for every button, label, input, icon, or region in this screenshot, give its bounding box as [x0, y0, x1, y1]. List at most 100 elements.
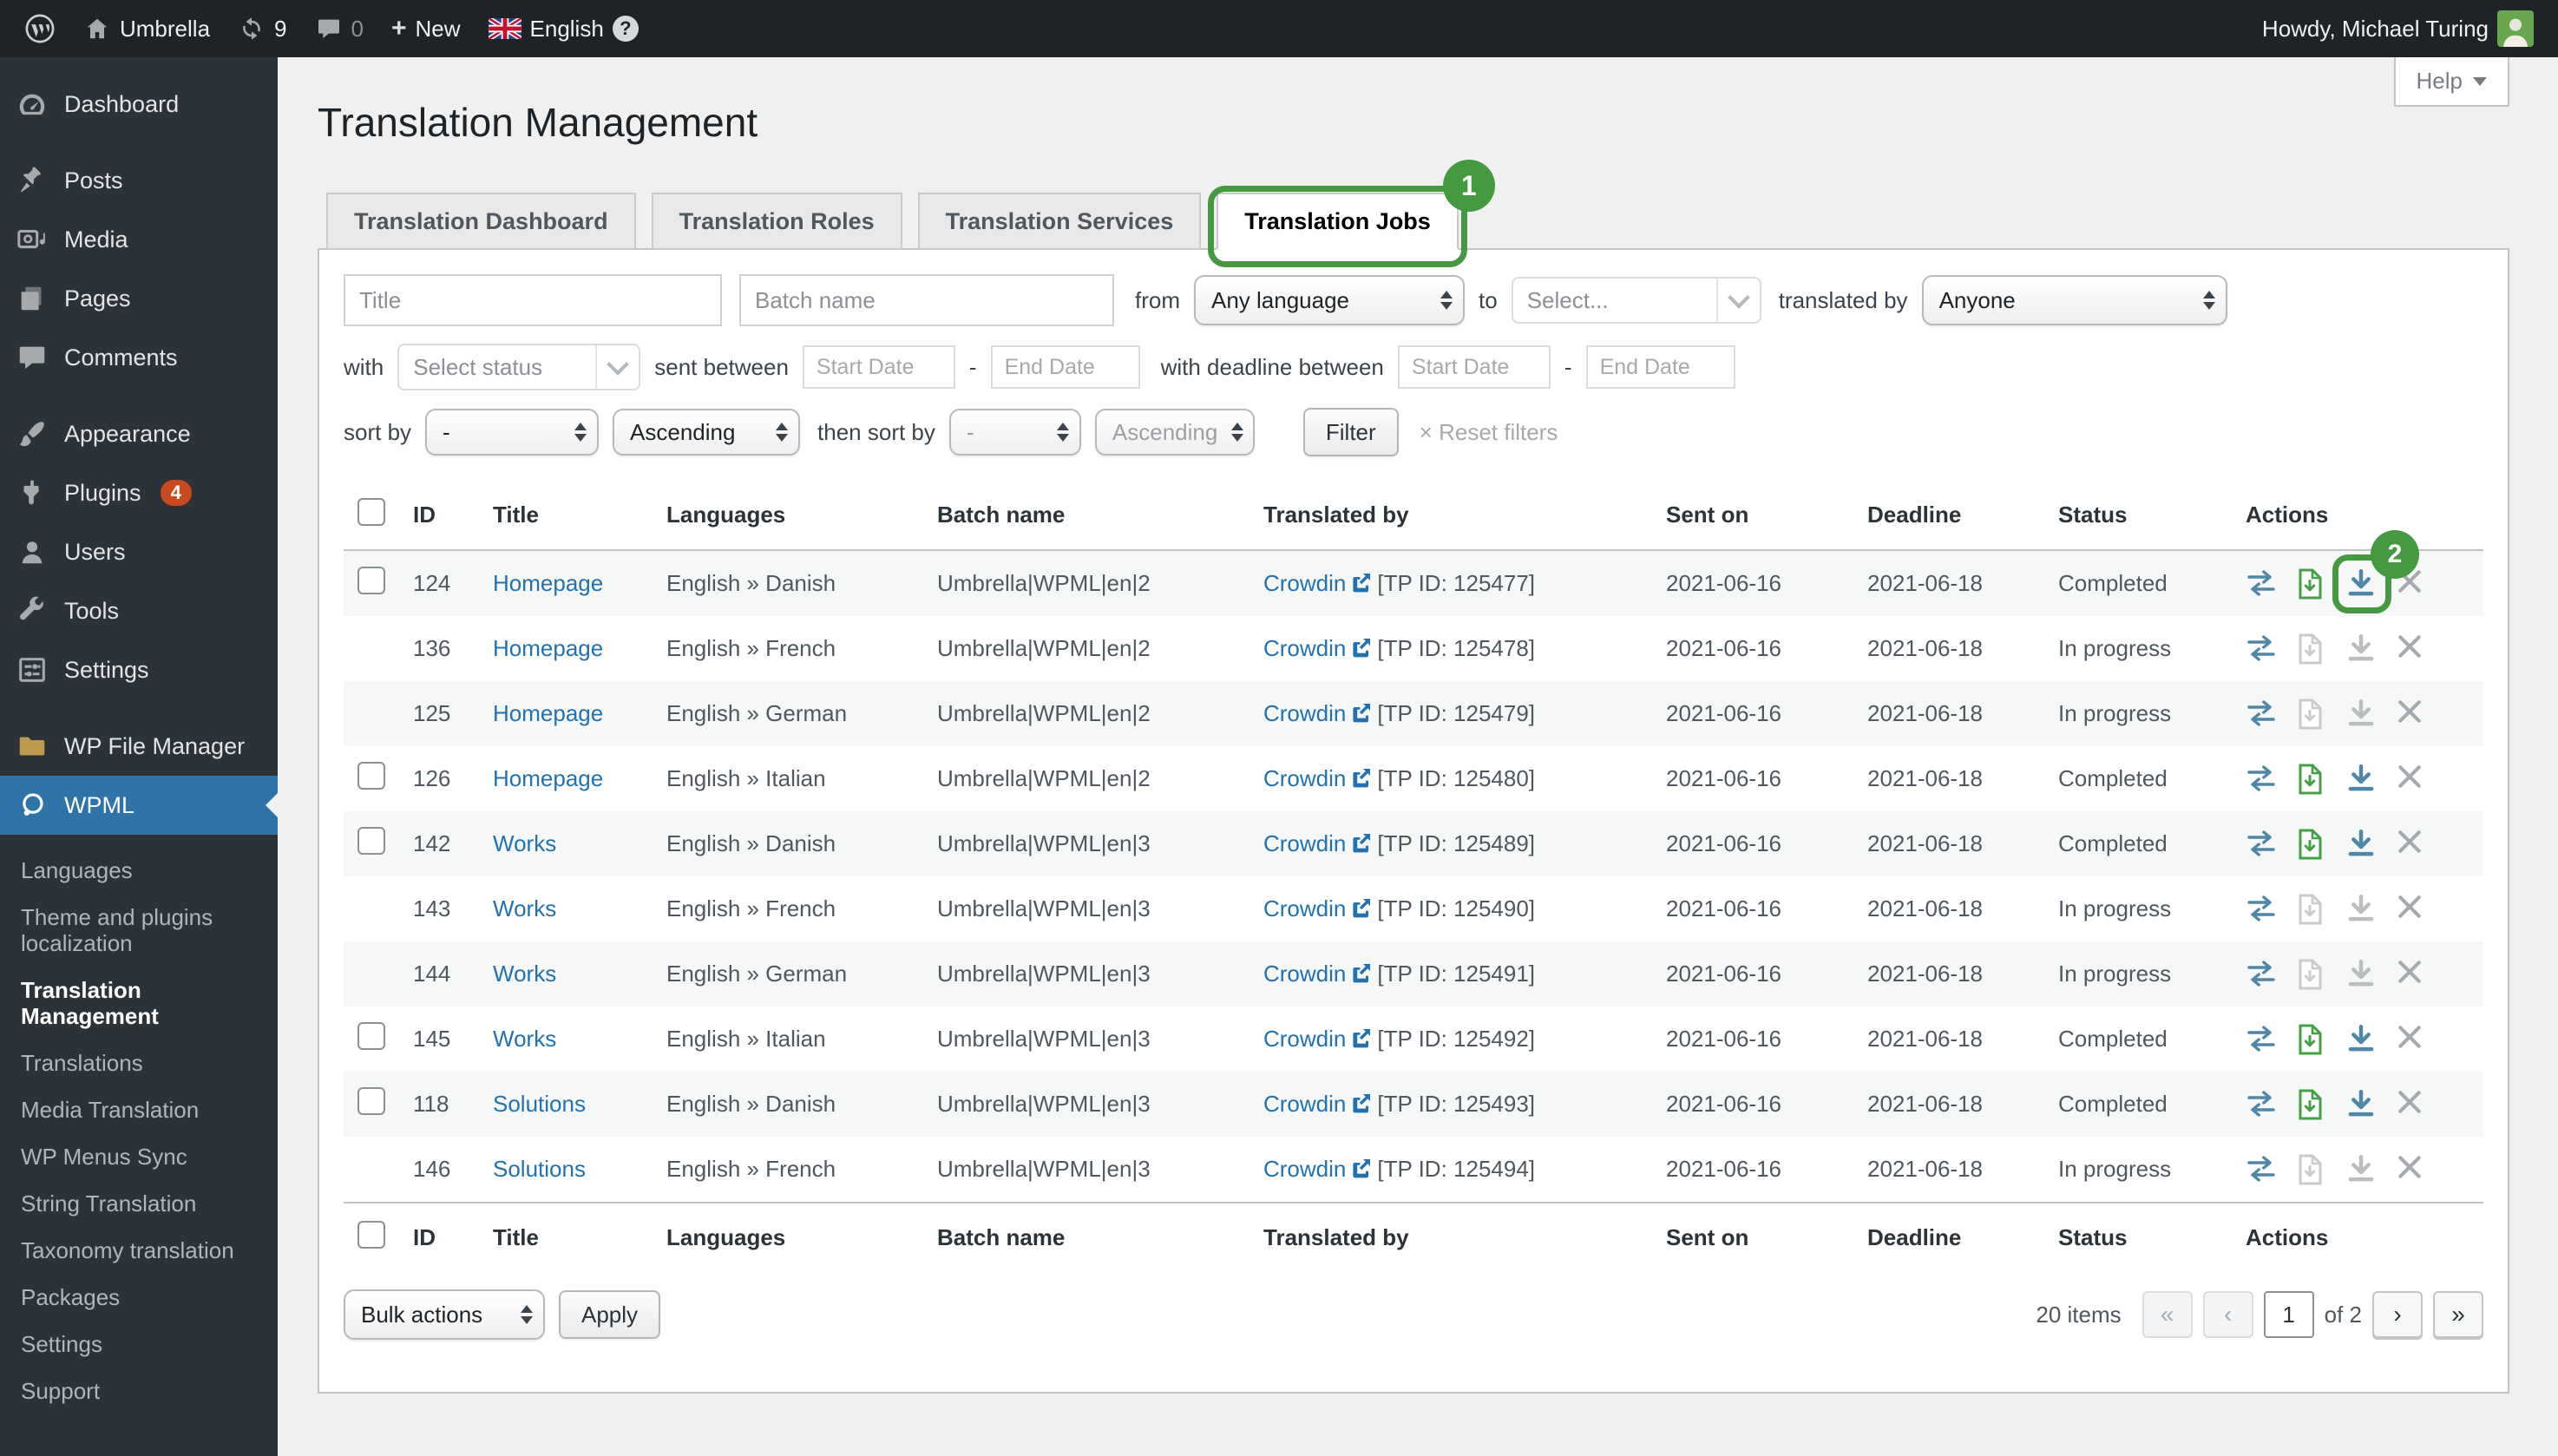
submenu-item-media-translation[interactable]: Media Translation	[0, 1086, 278, 1133]
download-xliff-icon[interactable]	[2296, 698, 2327, 730]
download-translation-icon[interactable]	[2346, 894, 2378, 925]
submenu-item-translations[interactable]: Translations	[0, 1040, 278, 1086]
sync-translation-icon[interactable]	[2246, 1089, 2277, 1120]
sidebar-item-comments[interactable]: Comments	[0, 328, 278, 387]
wordpress-logo-menu[interactable]	[24, 13, 56, 44]
sent-start-date-input[interactable]	[803, 345, 955, 389]
reset-filters-link[interactable]: × Reset filters	[1420, 419, 1558, 446]
sidebar-item-appearance[interactable]: Appearance	[0, 404, 278, 463]
job-title-link[interactable]: Homepage	[493, 765, 603, 791]
download-xliff-icon[interactable]	[2296, 764, 2327, 795]
site-menu[interactable]: Umbrella	[83, 15, 210, 43]
job-title-link[interactable]: Homepage	[493, 570, 603, 596]
sidebar-item-wp-file-manager[interactable]: WP File Manager	[0, 717, 278, 776]
tab-translation-roles[interactable]: Translation Roles	[652, 193, 902, 250]
translator-link[interactable]: Crowdin	[1263, 1091, 1346, 1117]
download-translation-icon[interactable]	[2346, 1024, 2378, 1055]
download-translation-icon[interactable]	[2346, 633, 2378, 665]
select-all-checkbox[interactable]	[357, 1221, 385, 1249]
row-checkbox[interactable]	[357, 827, 385, 855]
cancel-job-icon[interactable]	[2397, 1024, 2428, 1055]
sync-translation-icon[interactable]	[2246, 829, 2277, 860]
submenu-item-theme-localization[interactable]: Theme and plugins localization	[0, 894, 278, 967]
deadline-start-date-input[interactable]	[1398, 345, 1551, 389]
download-xliff-icon[interactable]	[2296, 1089, 2327, 1120]
job-title-link[interactable]: Solutions	[493, 1091, 586, 1117]
sidebar-item-plugins[interactable]: Plugins 4	[0, 463, 278, 522]
job-title-link[interactable]: Solutions	[493, 1156, 586, 1182]
translator-link[interactable]: Crowdin	[1263, 765, 1346, 791]
filter-button[interactable]: Filter	[1303, 408, 1399, 456]
sidebar-item-settings[interactable]: Settings	[0, 640, 278, 699]
job-title-link[interactable]: Works	[493, 1026, 556, 1052]
translator-link[interactable]: Crowdin	[1263, 830, 1346, 856]
title-filter-input[interactable]	[344, 274, 722, 326]
row-checkbox[interactable]	[357, 1087, 385, 1115]
translator-link[interactable]: Crowdin	[1263, 635, 1346, 661]
tab-translation-dashboard[interactable]: Translation Dashboard	[326, 193, 636, 250]
cancel-job-icon[interactable]	[2397, 698, 2428, 730]
sidebar-item-pages[interactable]: Pages	[0, 269, 278, 328]
from-language-select[interactable]: Any language	[1194, 275, 1465, 325]
cancel-job-icon[interactable]	[2397, 959, 2428, 990]
submenu-item-packages[interactable]: Packages	[0, 1274, 278, 1321]
download-translation-icon[interactable]	[2346, 959, 2378, 990]
last-page-button[interactable]: »	[2433, 1291, 2483, 1338]
translator-link[interactable]: Crowdin	[1263, 961, 1346, 987]
sidebar-item-posts[interactable]: Posts	[0, 151, 278, 210]
select-all-checkbox[interactable]	[357, 498, 385, 526]
tab-translation-services[interactable]: Translation Services	[918, 193, 1202, 250]
job-title-link[interactable]: Works	[493, 961, 556, 987]
sidebar-item-media[interactable]: Media	[0, 210, 278, 269]
sync-translation-icon[interactable]	[2246, 1024, 2277, 1055]
submenu-item-taxonomy-translation[interactable]: Taxonomy translation	[0, 1227, 278, 1274]
new-menu[interactable]: + New	[391, 16, 461, 43]
cancel-job-icon[interactable]	[2397, 764, 2428, 795]
translator-link[interactable]: Crowdin	[1263, 1026, 1346, 1052]
download-translation-icon[interactable]	[2346, 1089, 2378, 1120]
sidebar-item-wpml[interactable]: WPML	[0, 776, 278, 835]
download-translation-icon[interactable]: 2	[2346, 568, 2378, 600]
sort-by-select[interactable]: -	[425, 409, 599, 456]
updates-menu[interactable]: 9	[238, 15, 286, 43]
sync-translation-icon[interactable]	[2246, 959, 2277, 990]
job-title-link[interactable]: Works	[493, 830, 556, 856]
submenu-item-wp-menus-sync[interactable]: WP Menus Sync	[0, 1133, 278, 1180]
cancel-job-icon[interactable]	[2397, 633, 2428, 665]
sort-direction-select[interactable]: Ascending	[613, 409, 800, 456]
submenu-item-string-translation[interactable]: String Translation	[0, 1180, 278, 1227]
sidebar-item-dashboard[interactable]: Dashboard	[0, 75, 278, 134]
download-xliff-icon[interactable]	[2296, 568, 2327, 600]
row-checkbox[interactable]	[357, 762, 385, 790]
job-title-link[interactable]: Homepage	[493, 635, 603, 661]
submenu-item-languages[interactable]: Languages	[0, 847, 278, 894]
status-select[interactable]: Select status	[397, 344, 640, 390]
submenu-item-support[interactable]: Support	[0, 1367, 278, 1414]
translator-link[interactable]: Crowdin	[1263, 1156, 1346, 1182]
submenu-item-settings[interactable]: Settings	[0, 1321, 278, 1367]
download-translation-icon[interactable]	[2346, 764, 2378, 795]
row-checkbox[interactable]	[357, 567, 385, 594]
download-xliff-icon[interactable]	[2296, 959, 2327, 990]
sync-translation-icon[interactable]	[2246, 698, 2277, 730]
translator-link[interactable]: Crowdin	[1263, 570, 1346, 596]
sync-translation-icon[interactable]	[2246, 894, 2277, 925]
language-menu[interactable]: English ?	[489, 16, 639, 43]
help-button[interactable]: Help	[2394, 57, 2509, 107]
sync-translation-icon[interactable]	[2246, 633, 2277, 665]
download-xliff-icon[interactable]	[2296, 829, 2327, 860]
sync-translation-icon[interactable]	[2246, 764, 2277, 795]
download-xliff-icon[interactable]	[2296, 894, 2327, 925]
cancel-job-icon[interactable]	[2397, 1089, 2428, 1120]
download-translation-icon[interactable]	[2346, 829, 2378, 860]
deadline-end-date-input[interactable]	[1586, 345, 1735, 389]
previous-page-button[interactable]: ‹	[2203, 1291, 2253, 1338]
sync-translation-icon[interactable]	[2246, 568, 2277, 600]
current-page-input[interactable]	[2264, 1291, 2314, 1338]
to-language-select[interactable]: Select...	[1512, 277, 1761, 324]
translator-link[interactable]: Crowdin	[1263, 895, 1346, 921]
download-xliff-icon[interactable]	[2296, 1024, 2327, 1055]
tab-translation-jobs[interactable]: Translation Jobs 1	[1217, 193, 1459, 250]
cancel-job-icon[interactable]	[2397, 1154, 2428, 1185]
translator-link[interactable]: Crowdin	[1263, 700, 1346, 726]
